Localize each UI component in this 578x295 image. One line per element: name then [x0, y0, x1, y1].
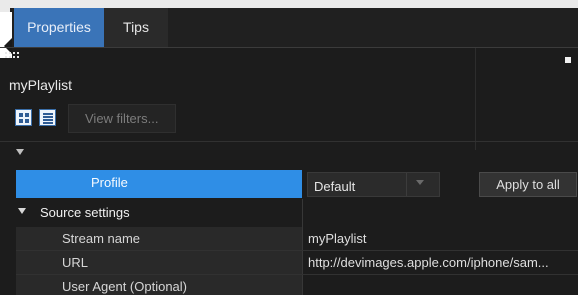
list-view-icon [43, 113, 53, 124]
apply-to-all-button[interactable]: Apply to all [479, 172, 577, 197]
view-filters-button[interactable]: View filters... [68, 104, 176, 133]
stream-name-label: Stream name [62, 231, 141, 246]
properties-panel: Properties Tips myPlaylist View filters.… [0, 0, 578, 295]
profile-label: Profile [91, 175, 128, 190]
tab-properties[interactable]: Properties [14, 8, 104, 47]
property-row[interactable]: URL [16, 251, 302, 275]
property-row[interactable]: Stream name [16, 227, 302, 251]
source-settings-label[interactable]: Source settings [40, 205, 130, 220]
column-separator [302, 199, 303, 295]
profile-row[interactable]: Profile [16, 170, 302, 198]
header-divider [475, 48, 476, 150]
page-title: myPlaylist [9, 77, 73, 93]
stream-name-value[interactable]: myPlaylist [308, 231, 367, 246]
content-divider [0, 141, 578, 142]
url-label: URL [62, 255, 89, 270]
profile-select-value: Default [314, 179, 356, 194]
user-agent-label: User Agent (Optional) [62, 279, 188, 294]
section-collapse-icon[interactable] [18, 208, 26, 214]
tab-separator [0, 47, 578, 48]
url-value[interactable]: http://devimages.apple.com/iphone/sam... [308, 255, 549, 270]
row-divider [16, 274, 578, 275]
property-row[interactable]: User Agent (Optional) [16, 275, 302, 295]
collapse-arrow-icon[interactable] [16, 149, 24, 155]
row-divider [16, 250, 578, 251]
tab-bar: Properties Tips [0, 0, 578, 58]
list-view-button[interactable] [39, 109, 56, 126]
panel-menu-icon[interactable] [565, 57, 571, 63]
grip-icon[interactable] [5, 52, 20, 58]
grid-view-icon [19, 113, 29, 123]
grid-view-button[interactable] [15, 109, 32, 126]
tab-tips[interactable]: Tips [104, 8, 168, 47]
select-separator [406, 173, 407, 196]
dropdown-chevron-icon[interactable] [416, 180, 424, 185]
